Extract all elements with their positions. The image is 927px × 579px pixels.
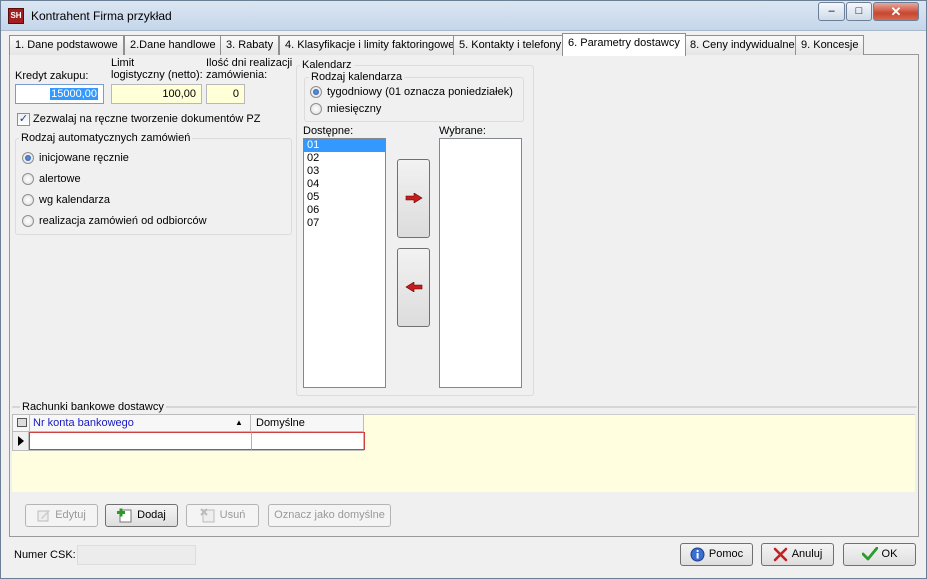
add-button-label: Dodaj <box>137 509 166 521</box>
order-type-label-manual: inicjowane ręcznie <box>39 152 129 164</box>
info-icon <box>690 547 705 562</box>
bank-title: Rachunki bankowe dostawcy <box>20 401 166 413</box>
cancel-icon <box>773 547 788 561</box>
list-item[interactable]: 04 <box>304 178 385 191</box>
limit-label-line1: Limit <box>111 57 135 69</box>
edit-button-label: Edytuj <box>55 509 86 521</box>
calendar-type-group <box>304 77 524 122</box>
ilosc-label-line1: Ilość dni realizacji <box>206 57 293 69</box>
order-type-radio-calendar[interactable] <box>22 194 34 206</box>
order-type-radio-alert[interactable] <box>22 173 34 185</box>
window-title: Kontrahent Firma przykład <box>31 9 172 23</box>
order-type-label-receivers: realizacja zamówień od odbiorców <box>39 215 207 227</box>
tab-ceny-indywidualne[interactable]: 8. Ceny indywidualne <box>684 35 801 55</box>
column-header-account[interactable]: Nr konta bankowego <box>29 415 251 432</box>
ok-button-label: OK <box>881 548 898 560</box>
bank-table: Nr konta bankowego ▲ Domyślne <box>12 414 365 451</box>
kredyt-input[interactable]: 15000,00 <box>15 84 104 104</box>
maximize-button[interactable]: □ <box>846 2 872 21</box>
ilosc-label-line2: zamówienia: <box>206 69 268 81</box>
move-left-button[interactable] <box>397 248 430 327</box>
calendar-label-monthly: miesięczny <box>327 103 382 115</box>
list-item[interactable]: 03 <box>304 165 385 178</box>
list-item[interactable]: 07 <box>304 217 385 230</box>
order-type-label-calendar: wg kalendarza <box>39 194 110 206</box>
limit-label-line2: logistyczny (netto): <box>111 69 203 81</box>
table-row-default-cell[interactable] <box>251 432 365 450</box>
cancel-button-label: Anuluj <box>791 548 823 560</box>
tab-rabaty[interactable]: 3. Rabaty <box>220 35 280 55</box>
selected-listbox[interactable] <box>439 138 522 388</box>
tab-panel: Kredyt zakupu: 15000,00 Limit logistyczn… <box>9 55 919 537</box>
title-bar: SH Kontrahent Firma przykład – □ ✕ <box>1 1 926 31</box>
minimize-button[interactable]: – <box>818 2 845 21</box>
grid-menu-icon[interactable] <box>17 418 27 427</box>
current-row-arrow-icon <box>18 436 24 446</box>
tab-koncesje[interactable]: 9. Koncesje <box>795 35 865 55</box>
pencil-icon <box>37 510 51 522</box>
cancel-button[interactable]: Anuluj <box>761 543 834 566</box>
tab-kontakty[interactable]: 5. Kontakty i telefony <box>453 35 568 55</box>
kredyt-value: 15000,00 <box>50 88 98 100</box>
tab-klasyfikacje[interactable]: 4. Klasyfikacje i limity faktoringowe <box>279 35 461 55</box>
close-button[interactable]: ✕ <box>873 2 919 21</box>
order-type-radio-manual[interactable] <box>22 152 34 164</box>
available-listbox[interactable]: 01 02 03 04 05 06 07 <box>303 138 386 388</box>
app-icon: SH <box>8 8 24 24</box>
help-button[interactable]: Pomoc <box>680 543 753 566</box>
add-button[interactable]: Dodaj <box>105 504 178 527</box>
table-row-account-cell[interactable] <box>29 432 252 450</box>
calendar-title: Kalendarz <box>300 59 354 71</box>
csk-label: Numer CSK: <box>14 549 76 561</box>
order-type-radio-receivers[interactable] <box>22 215 34 227</box>
contractor-window: SH Kontrahent Firma przykład – □ ✕ 1. Da… <box>0 0 927 579</box>
allow-manual-pz-checkbox[interactable]: ✓ <box>17 113 30 126</box>
row-indicator <box>13 432 29 450</box>
ilosc-input[interactable]: 0 <box>206 84 245 104</box>
calendar-label-weekly: tygodniowy (01 oznacza poniedziałek) <box>327 86 513 98</box>
tab-dane-handlowe[interactable]: 2.Dane handlowe <box>124 35 222 55</box>
remove-button[interactable]: Usuń <box>186 504 259 527</box>
add-icon <box>117 508 132 523</box>
selected-label: Wybrane: <box>439 125 486 137</box>
available-label: Dostępne: <box>303 125 354 137</box>
set-default-button[interactable]: Oznacz jako domyślne <box>268 504 391 527</box>
list-item[interactable]: 06 <box>304 204 385 217</box>
tab-dane-podstawowe[interactable]: 1. Dane podstawowe <box>9 35 124 55</box>
move-right-button[interactable] <box>397 159 430 238</box>
remove-icon <box>199 508 215 523</box>
list-item[interactable]: 01 <box>304 139 385 152</box>
checkmark-icon <box>861 547 878 561</box>
column-header-default[interactable]: Domyślne <box>253 415 363 432</box>
tab-parametry-dostawcy[interactable]: 6. Parametry dostawcy <box>562 33 686 56</box>
tab-bar: 1. Dane podstawowe 2.Dane handlowe 3. Ra… <box>9 33 919 56</box>
arrow-left-icon <box>405 282 423 292</box>
help-button-label: Pomoc <box>708 548 744 560</box>
arrow-right-icon <box>405 193 423 203</box>
edit-button[interactable]: Edytuj <box>25 504 98 527</box>
sort-asc-icon: ▲ <box>235 418 243 427</box>
limit-input[interactable]: 100,00 <box>111 84 202 104</box>
kredyt-label: Kredyt zakupu: <box>15 70 89 82</box>
calendar-radio-weekly[interactable] <box>310 86 322 98</box>
order-type-label-alert: alertowe <box>39 173 81 185</box>
ok-button[interactable]: OK <box>843 543 916 566</box>
remove-button-label: Usuń <box>219 509 246 521</box>
calendar-type-title: Rodzaj kalendarza <box>309 71 405 83</box>
csk-input[interactable] <box>77 545 196 565</box>
order-type-title: Rodzaj automatycznych zamówień <box>19 132 193 144</box>
list-item[interactable]: 05 <box>304 191 385 204</box>
list-item[interactable]: 02 <box>304 152 385 165</box>
calendar-radio-monthly[interactable] <box>310 103 322 115</box>
allow-manual-pz-label: Zezwalaj na ręczne tworzenie dokumentów … <box>33 113 261 125</box>
